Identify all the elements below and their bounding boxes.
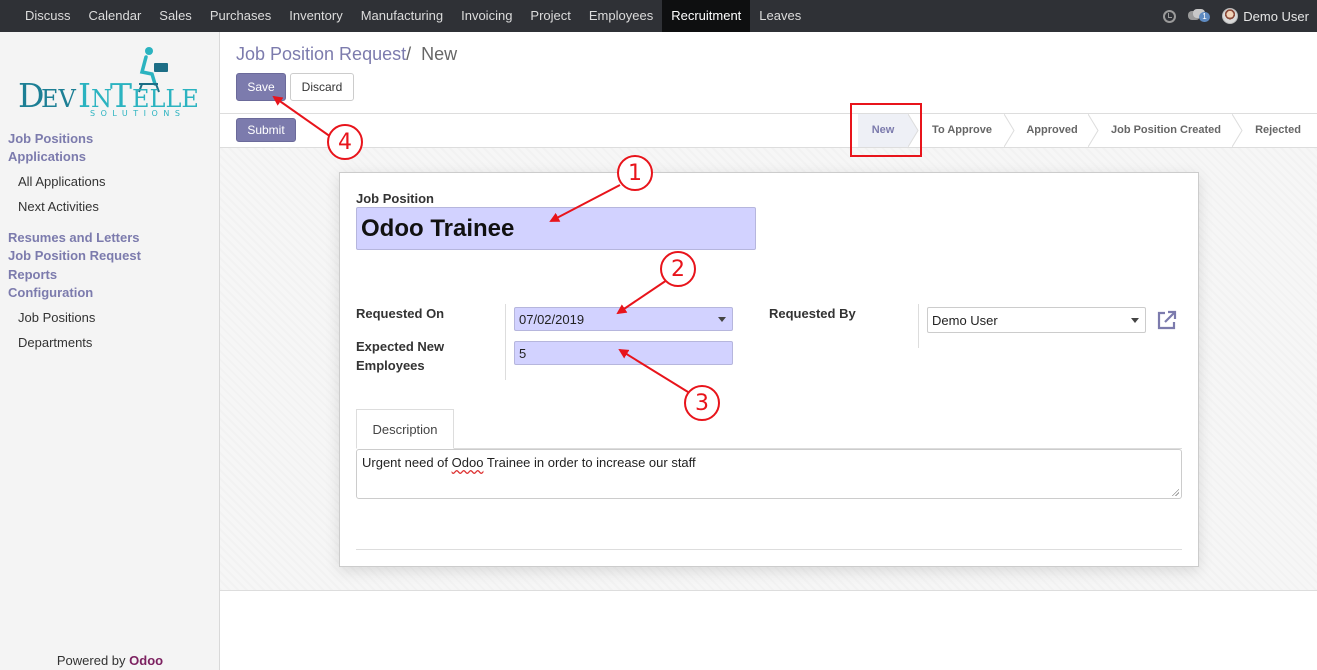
sidebar-all-applications[interactable]: All Applications bbox=[18, 174, 105, 189]
sidebar-job-position-request[interactable]: Job Position Request bbox=[8, 248, 141, 263]
sidebar-config-job-positions[interactable]: Job Positions bbox=[18, 310, 95, 325]
messages-icon[interactable]: 1 bbox=[1188, 9, 1210, 23]
chevron-down-icon[interactable] bbox=[718, 317, 726, 322]
sidebar-departments[interactable]: Departments bbox=[18, 335, 92, 350]
stage-separator bbox=[1088, 114, 1099, 147]
divider bbox=[918, 304, 919, 348]
annotation-4: 4 bbox=[327, 124, 363, 160]
menu-recruitment[interactable]: Recruitment bbox=[662, 0, 751, 32]
sidebar-job-positions[interactable]: Job Positions bbox=[8, 131, 93, 146]
activity-clock-icon[interactable] bbox=[1163, 9, 1177, 23]
job-position-label: Job Position bbox=[356, 191, 434, 206]
menu-purchases[interactable]: Purchases bbox=[201, 0, 280, 32]
menu-manufacturing[interactable]: Manufacturing bbox=[352, 0, 452, 32]
powered-by: Powered by Odoo bbox=[56, 653, 164, 668]
requested-by-select[interactable]: Demo User bbox=[927, 307, 1146, 333]
annotation-1: 1 bbox=[617, 155, 653, 191]
expected-employees-input[interactable]: 5 bbox=[514, 341, 733, 365]
chevron-down-icon[interactable] bbox=[1131, 318, 1139, 323]
menu-discuss[interactable]: Discuss bbox=[16, 0, 80, 32]
divider bbox=[356, 549, 1182, 550]
requested-by-label: Requested By bbox=[769, 306, 856, 321]
svg-text:SOLUTIONS: SOLUTIONS bbox=[90, 109, 185, 116]
external-link-icon[interactable] bbox=[1156, 309, 1178, 331]
breadcrumb: Job Position Request/ New bbox=[236, 44, 457, 65]
job-position-input[interactable]: Odoo Trainee bbox=[356, 207, 756, 250]
form-statusbar: Submit New To Approve Approved Job Posit… bbox=[220, 114, 1317, 148]
menu-inventory[interactable]: Inventory bbox=[280, 0, 351, 32]
sidebar-applications[interactable]: Applications bbox=[8, 149, 86, 164]
messages-badge: 1 bbox=[1199, 12, 1210, 22]
avatar bbox=[1222, 8, 1239, 24]
stage-separator bbox=[1232, 114, 1243, 147]
user-menu[interactable]: Demo User bbox=[1222, 8, 1309, 24]
resize-handle[interactable] bbox=[1171, 488, 1179, 496]
expected-employees-label: Expected New Employees bbox=[356, 339, 445, 373]
menu-employees[interactable]: Employees bbox=[580, 0, 662, 32]
svg-text:EV: EV bbox=[41, 85, 77, 113]
app-menu: Discuss Calendar Sales Purchases Invento… bbox=[0, 0, 810, 32]
stage-approved[interactable]: Approved bbox=[1016, 114, 1088, 147]
breadcrumb-current: New bbox=[421, 44, 458, 64]
breadcrumb-separator: / bbox=[406, 44, 412, 64]
sidebar-next-activities[interactable]: Next Activities bbox=[18, 199, 99, 214]
menu-calendar[interactable]: Calendar bbox=[80, 0, 151, 32]
sidebar-resumes[interactable]: Resumes and Letters bbox=[8, 230, 140, 245]
sidebar: D EV I N T ELLE SOLUTIONS Job Positions … bbox=[0, 32, 220, 670]
top-navbar: Discuss Calendar Sales Purchases Invento… bbox=[0, 0, 1317, 32]
highlight-box bbox=[850, 103, 922, 157]
odoo-link[interactable]: Odoo bbox=[129, 653, 163, 668]
menu-sales[interactable]: Sales bbox=[150, 0, 201, 32]
menu-invoicing[interactable]: Invoicing bbox=[452, 0, 521, 32]
stage-rejected[interactable]: Rejected bbox=[1244, 114, 1312, 147]
systray: 1 Demo User bbox=[1163, 0, 1309, 32]
stage-job-position-created[interactable]: Job Position Created bbox=[1100, 114, 1232, 147]
form-sheet: Job Position Odoo Trainee Requested On E… bbox=[339, 172, 1199, 567]
annotation-2: 2 bbox=[660, 251, 696, 287]
breadcrumb-parent[interactable]: Job Position Request bbox=[236, 44, 406, 64]
submit-button[interactable]: Submit bbox=[236, 118, 296, 142]
divider bbox=[505, 304, 506, 380]
description-textarea[interactable]: Urgent need of Odoo Trainee in order to … bbox=[356, 449, 1182, 499]
requested-on-datepicker[interactable]: 07/02/2019 bbox=[514, 307, 733, 331]
stage-to-approve[interactable]: To Approve bbox=[920, 114, 1004, 147]
sidebar-configuration[interactable]: Configuration bbox=[8, 285, 93, 300]
annotation-3: 3 bbox=[684, 385, 720, 421]
tab-description[interactable]: Description bbox=[356, 409, 454, 449]
company-logo: D EV I N T ELLE SOLUTIONS bbox=[18, 47, 199, 116]
control-panel: Job Position Request/ New Save Discard bbox=[220, 32, 1317, 114]
user-name: Demo User bbox=[1243, 8, 1309, 24]
menu-leaves[interactable]: Leaves bbox=[750, 0, 810, 32]
menu-project[interactable]: Project bbox=[521, 0, 579, 32]
sidebar-reports[interactable]: Reports bbox=[8, 267, 57, 282]
stage-separator bbox=[1004, 114, 1015, 147]
requested-on-label: Requested On bbox=[356, 306, 445, 321]
discard-button[interactable]: Discard bbox=[290, 73, 354, 101]
save-button[interactable]: Save bbox=[236, 73, 286, 101]
